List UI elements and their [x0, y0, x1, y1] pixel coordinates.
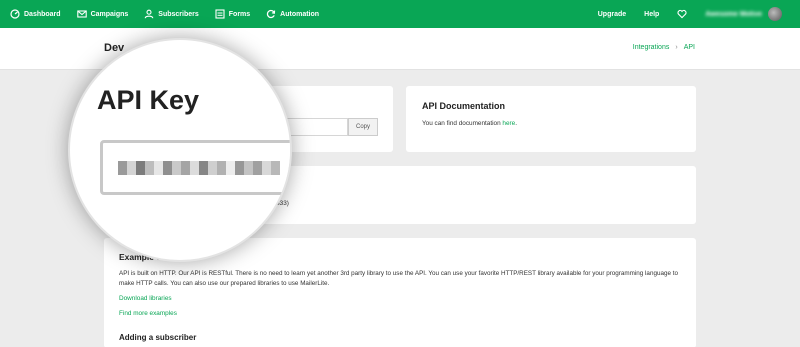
mail-icon	[76, 10, 87, 18]
nav-forms[interactable]: Forms	[215, 9, 250, 19]
download-libraries-link[interactable]: Download libraries	[119, 295, 172, 302]
find-more-examples-link[interactable]: Find more examples	[119, 310, 177, 317]
nav-subscribers-label: Subscribers	[158, 10, 199, 18]
php-example-description: API is built on HTTP. Our API is RESTful…	[119, 270, 678, 287]
nav-automation[interactable]: Automation	[266, 9, 319, 19]
nav-help[interactable]: Help	[644, 11, 659, 18]
breadcrumb-separator: ›	[675, 44, 678, 51]
copy-button[interactable]: Copy	[348, 118, 378, 136]
doc-text-before: You can find documentation	[422, 120, 503, 127]
page-title: Dev	[104, 42, 125, 54]
nav-subscribers[interactable]: Subscribers	[144, 9, 199, 19]
nav-dashboard-label: Dashboard	[24, 10, 61, 18]
api-documentation-text: You can find documentation here.	[422, 120, 517, 127]
user-icon	[144, 9, 154, 19]
top-navigation: Dashboard Campaigns Subscribers Forms Au…	[0, 0, 800, 28]
magnified-api-key-field	[100, 140, 290, 195]
magnified-api-key-title: API Key	[97, 85, 200, 115]
magnifier-lens: API Key	[68, 38, 292, 262]
forms-icon	[215, 9, 225, 19]
nav-favorites[interactable]	[677, 9, 687, 19]
nav-upgrade-label: Upgrade	[597, 10, 627, 18]
doc-here-link[interactable]: here	[502, 120, 515, 127]
nav-help-label: Help	[644, 10, 660, 18]
adding-subscriber-heading: Adding a subscriber	[119, 333, 197, 342]
redacted-api-key	[118, 161, 280, 175]
nav-right-group: Upgrade Help Awesome Motive	[598, 0, 800, 28]
heart-icon	[677, 9, 687, 19]
breadcrumb-integrations[interactable]: Integrations	[633, 44, 670, 51]
user-name[interactable]: Awesome Motive	[705, 11, 762, 18]
nav-forms-label: Forms	[228, 10, 251, 18]
nav-campaigns-label: Campaigns	[90, 10, 129, 18]
breadcrumb-api[interactable]: API	[684, 44, 695, 51]
doc-text-after: .	[515, 120, 517, 127]
refresh-icon	[267, 9, 276, 19]
api-documentation-card: API Documentation You can find documenta…	[406, 86, 696, 152]
nav-upgrade[interactable]: Upgrade	[598, 11, 626, 18]
avatar[interactable]	[768, 7, 782, 21]
nav-dashboard[interactable]: Dashboard	[10, 9, 61, 19]
nav-automation-label: Automation	[280, 10, 320, 18]
api-documentation-title: API Documentation	[422, 101, 506, 111]
dashboard-icon	[10, 9, 20, 19]
breadcrumb: Integrations › API	[633, 44, 695, 51]
nav-campaigns[interactable]: Campaigns	[76, 9, 129, 19]
